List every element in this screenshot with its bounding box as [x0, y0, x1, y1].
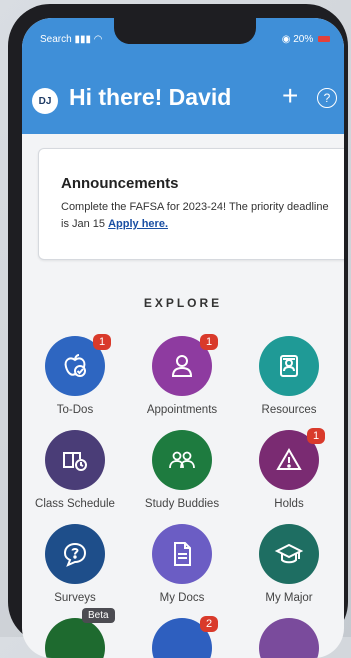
- tile-class-schedule[interactable]: Class Schedule: [25, 430, 125, 510]
- warning-icon: 1: [259, 428, 325, 490]
- tile-my-docs[interactable]: My Docs: [132, 524, 232, 604]
- wifi-icon: ◠: [93, 34, 103, 45]
- beta-badge: Beta: [82, 608, 115, 623]
- announcement-text: Complete the FAFSA for 2023-24! The prio…: [61, 201, 329, 230]
- location-icon: ◉: [281, 34, 291, 45]
- announcement-title: Announcements: [61, 175, 179, 192]
- holds-badge: 1: [307, 428, 325, 444]
- graduation-cap-icon: [259, 524, 319, 584]
- phone-frame: Search ▮▮▮ ◠ ◉ 20% DJ Hi there! David + …: [8, 4, 348, 658]
- document-icon: [152, 524, 212, 584]
- tile-partial-2[interactable]: 2: [132, 616, 232, 658]
- heart-icon: [259, 618, 319, 658]
- help-icon[interactable]: ?: [317, 88, 337, 108]
- tile-surveys[interactable]: Surveys: [25, 524, 125, 604]
- announcement-body: Complete the FAFSA for 2023-24! The prio…: [61, 199, 331, 233]
- tile-label: My Docs: [159, 592, 205, 604]
- person-icon: 1: [152, 334, 218, 396]
- battery-percent: 20%: [293, 34, 314, 45]
- tile-label: My Major: [265, 592, 313, 604]
- signal-icon: ▮▮▮: [74, 34, 91, 45]
- status-right: ◉ 20%: [282, 34, 330, 45]
- tile-partial-1[interactable]: [25, 618, 125, 658]
- tile-label: Study Buddies: [144, 498, 220, 510]
- add-button[interactable]: +: [282, 80, 298, 112]
- tile-appointments[interactable]: 1 Appointments: [132, 334, 232, 416]
- phone-notch: [114, 18, 256, 44]
- tile-label: Class Schedule: [35, 498, 115, 510]
- tile-label: Surveys: [54, 592, 96, 604]
- avatar[interactable]: DJ: [32, 88, 58, 114]
- status-carrier: Search: [40, 34, 72, 45]
- tile-study-buddies[interactable]: Study Buddies: [132, 430, 232, 510]
- tile-label: To-Dos: [56, 404, 94, 416]
- tile-my-major[interactable]: My Major: [239, 524, 339, 604]
- partial-badge: 2: [200, 616, 218, 632]
- explore-heading: EXPLORE: [143, 296, 223, 310]
- greeting-title: Hi there! David: [69, 84, 232, 110]
- status-left: Search ▮▮▮ ◠: [40, 34, 103, 45]
- tile-holds[interactable]: 1 Holds: [239, 428, 339, 510]
- resources-icon: [259, 336, 319, 396]
- tile-label: Holds: [274, 498, 304, 510]
- tile-label: Resources: [261, 404, 317, 416]
- announcement-card: Announcements Complete the FAFSA for 202…: [38, 148, 344, 260]
- appointments-badge: 1: [200, 334, 218, 350]
- apple-check-icon: 1: [45, 334, 111, 396]
- todo-badge: 1: [93, 334, 111, 350]
- tile-partial-3[interactable]: [239, 618, 339, 658]
- tile-to-dos[interactable]: 1 To-Dos: [25, 334, 125, 416]
- tile-resources[interactable]: Resources: [239, 336, 339, 416]
- book-clock-icon: [45, 430, 105, 490]
- app-screen: Search ▮▮▮ ◠ ◉ 20% DJ Hi there! David + …: [22, 18, 344, 658]
- megaphone-icon: [45, 618, 105, 658]
- tile-label: Appointments: [146, 404, 218, 416]
- group-icon: [152, 430, 212, 490]
- chat-question-icon: [45, 524, 105, 584]
- play-icon: 2: [152, 616, 218, 658]
- apply-link[interactable]: Apply here.: [108, 218, 168, 230]
- battery-icon: [318, 36, 330, 43]
